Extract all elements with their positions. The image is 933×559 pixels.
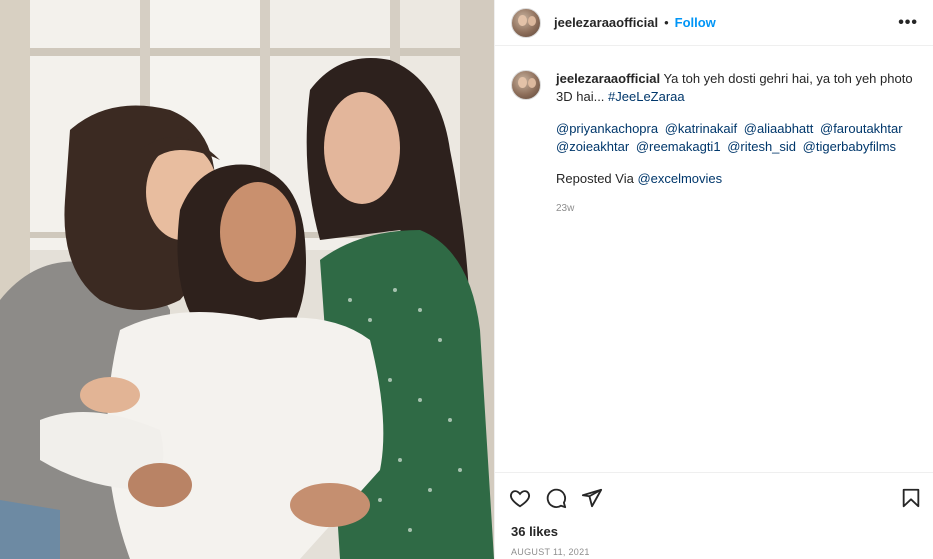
- mention-link[interactable]: @priyankachopra: [556, 121, 658, 136]
- likes-count[interactable]: 36 likes: [511, 524, 558, 539]
- mentions: @priyankachopra @katrinakaif @aliaabhatt…: [556, 120, 916, 156]
- more-horizontal-icon[interactable]: •••: [898, 14, 918, 32]
- share-icon[interactable]: [581, 487, 603, 509]
- post-side-panel: jeelezaraaofficial • Follow ••• jeelezar…: [494, 0, 933, 559]
- mention-link[interactable]: @tigerbabyfilms: [803, 139, 896, 154]
- caption-avatar[interactable]: [511, 70, 541, 100]
- username[interactable]: jeelezaraaofficial: [554, 15, 658, 30]
- caption-username[interactable]: jeelezaraaofficial: [556, 71, 660, 86]
- post-photo[interactable]: [0, 0, 494, 559]
- bookmark-icon[interactable]: [900, 487, 922, 509]
- caption-section: jeelezaraaofficial Ya toh yeh dosti gehr…: [511, 70, 921, 218]
- mention-link[interactable]: @faroutakhtar: [820, 121, 903, 136]
- time-ago[interactable]: 23w: [556, 200, 916, 218]
- caption-hashtag[interactable]: #JeeLeZaraa: [608, 89, 685, 104]
- post-header: jeelezaraaofficial • Follow •••: [495, 0, 933, 46]
- heart-icon[interactable]: [509, 487, 531, 509]
- follow-button[interactable]: Follow: [675, 15, 716, 30]
- repost-text: Reposted Via: [556, 171, 638, 186]
- action-icons: [509, 487, 603, 509]
- mention-link[interactable]: @zoieakhtar: [556, 139, 629, 154]
- separator-dot: •: [664, 15, 669, 30]
- avatar[interactable]: [511, 7, 541, 38]
- comment-icon[interactable]: [545, 487, 567, 509]
- mention-link[interactable]: @katrinakaif: [665, 121, 737, 136]
- mention-link[interactable]: @ritesh_sid: [727, 139, 796, 154]
- mention-link[interactable]: @reemakagti1: [636, 139, 721, 154]
- caption: jeelezaraaofficial Ya toh yeh dosti gehr…: [556, 70, 916, 218]
- post-date: AUGUST 11, 2021: [511, 547, 590, 557]
- repost-handle[interactable]: @excelmovies: [637, 171, 722, 186]
- action-bar: 36 likes AUGUST 11, 2021: [495, 472, 933, 559]
- mention-link[interactable]: @aliaabhatt: [744, 121, 814, 136]
- post-image: [0, 0, 494, 559]
